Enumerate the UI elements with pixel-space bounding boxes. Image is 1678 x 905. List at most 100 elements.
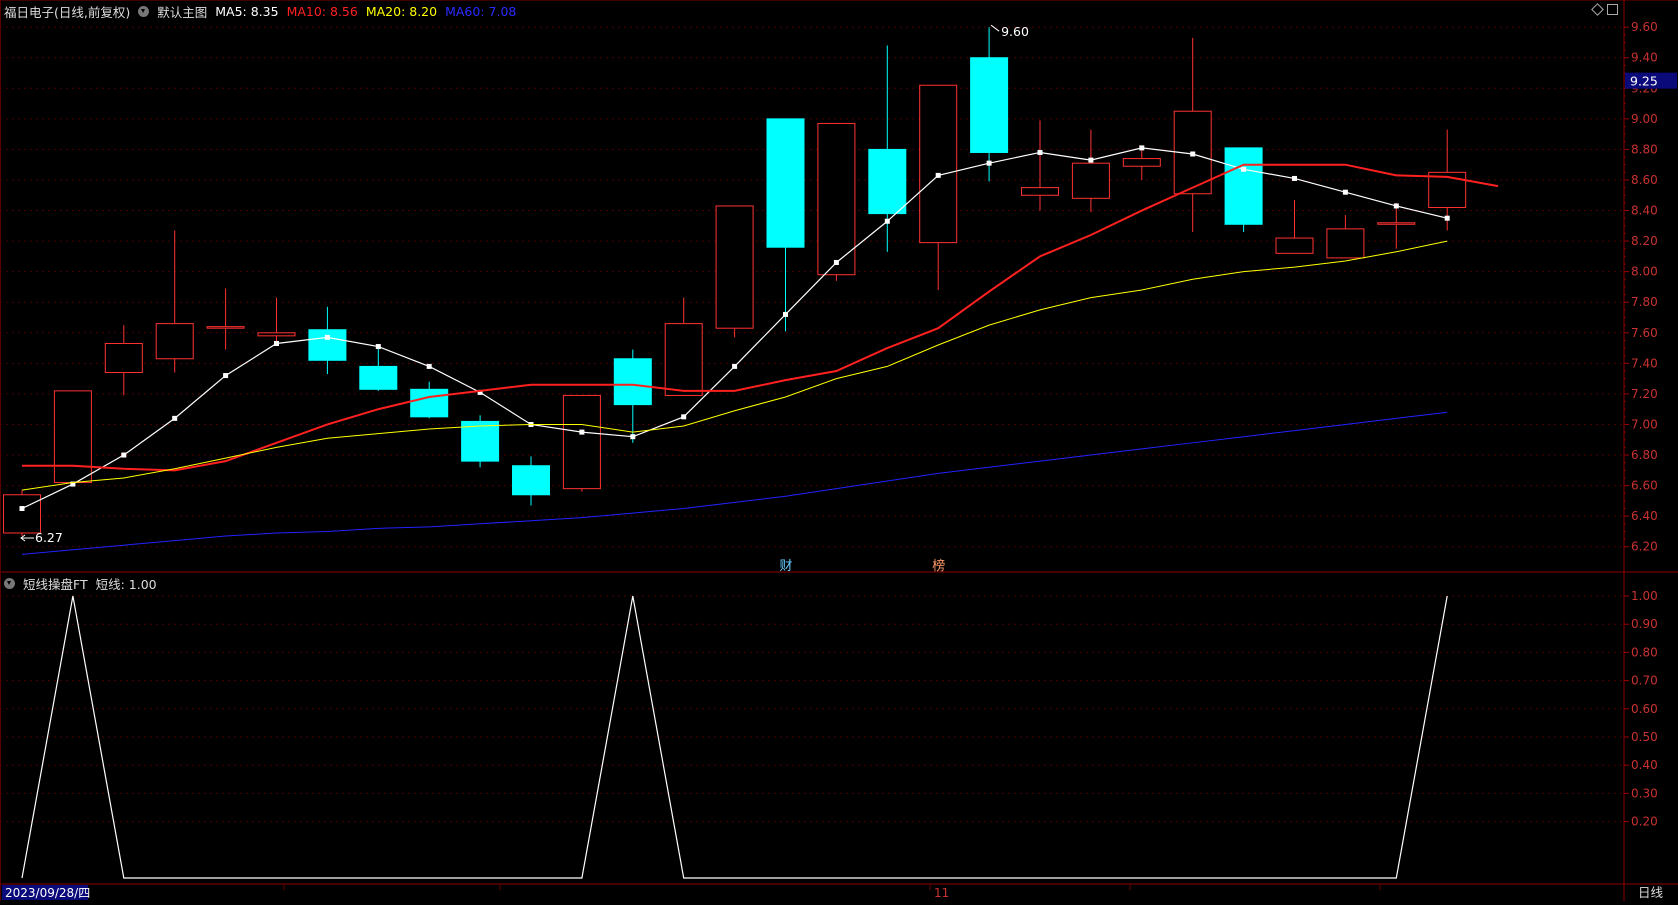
indicator-y-tick-label: 0.30 [1631,786,1658,800]
main-y-tick-label: 9.40 [1631,51,1658,65]
template-dropdown-icon[interactable] [138,6,150,17]
candle-body-up [1377,222,1416,225]
candle-body-up [104,342,143,374]
ma10-label: MA10: 8.56 [286,4,358,19]
period-label[interactable]: 日线 [1638,885,1664,900]
candle-body-up [1071,162,1110,199]
candle-body-down [512,465,550,496]
main-y-tick-label: 7.80 [1631,295,1658,309]
main-y-tick-label: 8.00 [1631,265,1658,279]
main-y-tick-label: 8.80 [1631,142,1658,156]
indicator-y-tick-label: 0.90 [1631,617,1658,631]
list-marker: 榜 [932,558,945,574]
ma5-point [833,259,839,265]
ma5-point [1342,189,1348,195]
finance-marker: 财 [780,559,793,574]
date-label: 2023/09/28/四 [5,886,90,900]
candle [155,230,194,373]
ma-lines [19,145,1499,555]
candle [562,394,601,492]
candle-body-down [766,118,805,248]
ma5-point [1393,203,1399,209]
ma5-point [935,172,941,178]
ma60-label: MA60: 7.08 [445,4,517,19]
candle [1326,215,1365,259]
candle [1224,147,1263,232]
candle-body-up [715,205,754,329]
candle [206,288,245,350]
ma5-point [681,414,687,420]
main-y-tick-label: 8.60 [1631,173,1658,187]
main-y-tick-label: 6.20 [1631,540,1658,554]
ma5-point [630,434,636,440]
candle [1275,199,1314,254]
candle-body-down [613,358,652,406]
candle [1173,37,1212,232]
candle-body-up [664,323,703,396]
ma5-point [1037,149,1043,155]
indicator-dropdown-icon[interactable] [4,578,15,589]
main-y-tick-label: 9.00 [1631,112,1658,126]
ma5-point [783,311,788,317]
month-marker: 11 [934,886,949,900]
candle [257,297,296,344]
ma5-point [223,373,229,379]
candle-body-up [562,394,601,490]
kline-chart-svg: 9.609.409.209.008.808.608.408.208.007.80… [0,0,1678,901]
candle [613,349,652,443]
indicator-name[interactable]: 短线操盘FT [23,574,88,593]
candle-body-down [359,365,398,390]
stock-title: 福日电子(日线,前复权) [4,5,131,20]
main-y-tick-label: 8.40 [1631,204,1658,218]
candle-body-down [308,329,347,361]
candle [359,348,398,391]
low-label: 6.27 [35,530,63,545]
ma5-point [1292,175,1297,181]
candle [715,205,754,338]
candle-body-down [970,57,1009,153]
ma5-point [986,160,992,166]
candle [1071,129,1110,213]
ma5-point [172,415,178,421]
ma5-point [1241,166,1247,172]
main-y-tick-label: 7.00 [1631,417,1658,431]
candle [1021,120,1059,211]
main-y-tick-label: 6.60 [1631,479,1658,493]
indicator-y-tick-label: 0.60 [1631,702,1658,716]
ma5-point [375,344,381,350]
ma5-point [121,452,127,458]
candle-body-down [868,148,907,215]
candle-body-up [53,390,92,484]
candle [817,122,856,281]
candle-body-up [155,323,194,360]
ma5-point [1444,215,1450,221]
ma5-label: MA5: 8.35 [215,4,279,19]
indicator-y-tick-label: 1.00 [1631,589,1658,603]
indicator-y-tick-label: 0.20 [1631,815,1658,829]
candle [104,325,143,396]
candle [970,27,1009,182]
candle-body-up [919,84,958,244]
candle [1122,147,1161,180]
annotation-arrow [990,24,1000,32]
ma5-point [579,429,585,435]
high-annotation: 9.60 [990,24,1029,39]
candle [664,297,703,396]
candle [766,118,805,332]
ma5-point [426,363,432,369]
template-name[interactable]: 默认主图 [157,2,207,21]
candle-body-up [1326,228,1365,259]
ma5-point [274,340,279,346]
candle-body-up [1122,158,1161,167]
ma5-point [324,334,330,340]
candle [53,390,92,484]
candle-body-up [1021,187,1059,196]
candle-body-up [206,326,245,329]
main-y-tick-label: 9.60 [1631,20,1658,34]
indicator-value: 短线: 1.00 [95,577,157,592]
maximize-icon[interactable] [1607,4,1618,15]
current-price-label: 9.25 [1630,74,1658,89]
indicator-y-tick-label: 0.40 [1631,758,1658,772]
candle-body-up [257,332,296,337]
indicator-y-tick-label: 0.70 [1631,674,1658,688]
